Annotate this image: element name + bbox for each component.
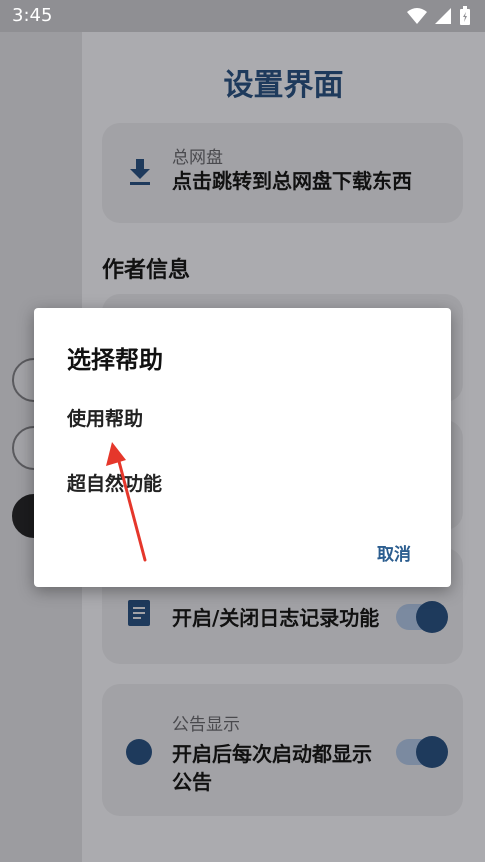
- dialog-option-supernatural[interactable]: 超自然功能: [67, 469, 162, 496]
- notice-toggle[interactable]: [396, 736, 448, 768]
- document-icon: [128, 600, 150, 626]
- dialog-title: 选择帮助: [67, 346, 163, 374]
- wifi-icon: [407, 8, 427, 24]
- page-title: 设置界面: [223, 68, 344, 103]
- signal-icon: [435, 8, 451, 24]
- log-toggle[interactable]: [396, 601, 448, 633]
- status-icons: [407, 6, 471, 26]
- notice-icon: [126, 739, 152, 765]
- status-bar: 3:45: [0, 0, 485, 32]
- download-card-caption: 总网盘: [172, 148, 223, 168]
- download-card[interactable]: 总网盘 点击跳转到总网盘下载东西: [102, 123, 463, 223]
- status-time: 3:45: [12, 5, 53, 26]
- notice-card-text: 开启后每次启动都显示公告: [172, 742, 372, 794]
- section-author-title: 作者信息: [102, 258, 191, 283]
- notice-toggle-knob: [416, 736, 448, 768]
- notice-card[interactable]: 公告显示 开启后每次启动都显示公告: [102, 684, 463, 816]
- download-card-text: 点击跳转到总网盘下载东西: [172, 169, 412, 193]
- notice-card-caption: 公告显示: [172, 715, 240, 735]
- dialog-option-help[interactable]: 使用帮助: [67, 404, 143, 431]
- log-card-text: 开启/关闭日志记录功能: [172, 606, 380, 630]
- dialog-cancel-button[interactable]: 取消: [377, 540, 411, 565]
- download-icon: [130, 159, 150, 185]
- log-toggle-knob: [416, 601, 448, 633]
- help-dialog: 选择帮助 使用帮助 超自然功能 取消: [34, 308, 451, 587]
- battery-icon: [460, 6, 470, 25]
